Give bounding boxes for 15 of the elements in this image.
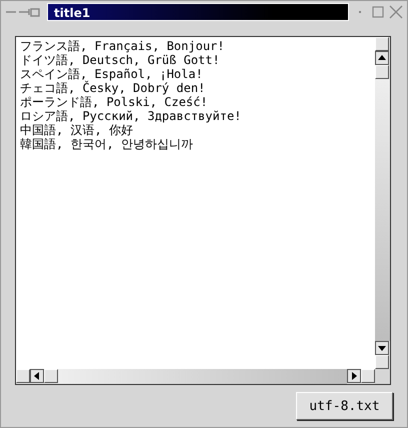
text-line: ポーランド語, Polski, Cześć! xyxy=(20,95,209,109)
text-line: チェコ語, Česky, Dobrý den! xyxy=(20,81,206,95)
text-line: 中国語, 汉语, 你好 xyxy=(20,123,134,137)
window-title: title1 xyxy=(47,3,349,21)
scroll-right-button[interactable] xyxy=(347,369,361,383)
scroll-down-button[interactable] xyxy=(375,341,389,355)
text-line: ドイツ語, Deutsch, Grüß Gott! xyxy=(20,53,221,67)
text-line: ロシア語, Русский, Здравствуйте! xyxy=(20,109,242,123)
scroll-up-button[interactable] xyxy=(375,51,389,65)
text-line: スペイン語, Español, ¡Hola! xyxy=(20,67,204,81)
file-button[interactable]: utf-8.txt xyxy=(296,392,393,420)
text-line: 韓国語, 한국어, 안녕하십니까 xyxy=(20,137,194,151)
scroll-left-button[interactable] xyxy=(30,369,44,383)
text-area[interactable]: フランス語, Français, Bonjour! ドイツ語, Deutsch, Grüß Gott! スペイン語, Español, ¡Hola! チェコ語, Česky, Dobrý den! ポーランド語, Polski, Cześć! ロシア語, Русский, Здравствуйте! 中国語, 汉语, 你好 韓国語, 한국어, 안녕하십니까 xyxy=(16,37,375,369)
text-line: フランス語, Français, Bonjour! xyxy=(20,39,226,53)
